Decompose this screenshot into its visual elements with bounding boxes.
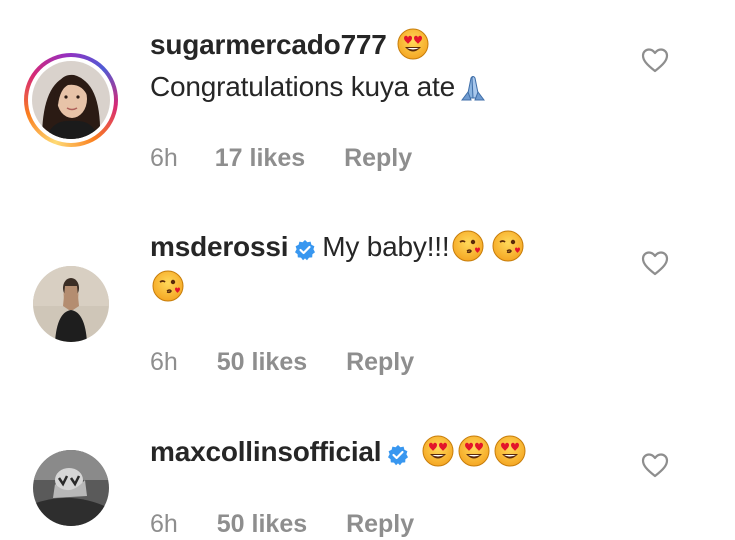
timestamp[interactable]: 6h xyxy=(150,347,178,377)
verified-badge-icon xyxy=(294,235,317,261)
comment-header: msderossi My baby!!! xyxy=(150,229,525,265)
person-portrait-icon xyxy=(33,266,109,342)
heart-eyes-emoji-icon xyxy=(422,435,454,467)
likes-count[interactable]: 50 likes xyxy=(217,347,307,377)
heart-eyes-emoji-icon xyxy=(458,435,490,467)
face-blowing-kiss-emoji-icon xyxy=(452,229,485,262)
username[interactable]: msderossi xyxy=(150,231,288,262)
comment-header: maxcollinsofficial xyxy=(150,435,526,470)
like-button[interactable] xyxy=(641,47,669,73)
avatar[interactable] xyxy=(33,266,109,342)
reply-button[interactable]: Reply xyxy=(346,509,414,539)
like-button[interactable] xyxy=(641,250,669,276)
story-ring[interactable] xyxy=(24,53,118,147)
comment-meta: 6h 17 likes Reply xyxy=(150,143,412,173)
heart-outline-icon xyxy=(641,453,669,478)
username[interactable]: maxcollinsofficial xyxy=(150,436,382,467)
comment-text: Congratulations kuya ate xyxy=(150,71,455,102)
likes-count[interactable]: 50 likes xyxy=(217,509,307,539)
face-blowing-kiss-emoji-icon xyxy=(152,269,184,302)
reply-button[interactable]: Reply xyxy=(344,143,412,173)
comment-body xyxy=(150,269,184,305)
comment-meta: 6h 50 likes Reply xyxy=(150,347,414,377)
face-blowing-kiss-emoji-icon xyxy=(492,229,525,262)
timestamp[interactable]: 6h xyxy=(150,143,178,173)
folded-hands-emoji-icon xyxy=(457,70,489,102)
heart-eyes-emoji-icon xyxy=(494,435,526,467)
reply-button[interactable]: Reply xyxy=(346,347,414,377)
heart-eyes-emoji-icon xyxy=(397,28,429,60)
avatar[interactable] xyxy=(32,61,110,139)
comment-text: My baby!!! xyxy=(322,231,450,262)
like-button[interactable] xyxy=(641,452,669,478)
likes-count[interactable]: 17 likes xyxy=(215,143,305,173)
heart-outline-icon xyxy=(641,48,669,73)
comment-meta: 6h 50 likes Reply xyxy=(150,509,414,539)
heart-outline-icon xyxy=(641,251,669,276)
woman-portrait-icon xyxy=(32,61,110,139)
comment-header: sugarmercado777 xyxy=(150,28,429,63)
timestamp[interactable]: 6h xyxy=(150,509,178,539)
avatar[interactable] xyxy=(33,450,109,526)
grayscale-portrait-icon xyxy=(33,450,109,526)
username[interactable]: sugarmercado777 xyxy=(150,29,387,60)
comment-body: Congratulations kuya ate xyxy=(150,70,489,105)
verified-badge-icon xyxy=(387,440,410,466)
